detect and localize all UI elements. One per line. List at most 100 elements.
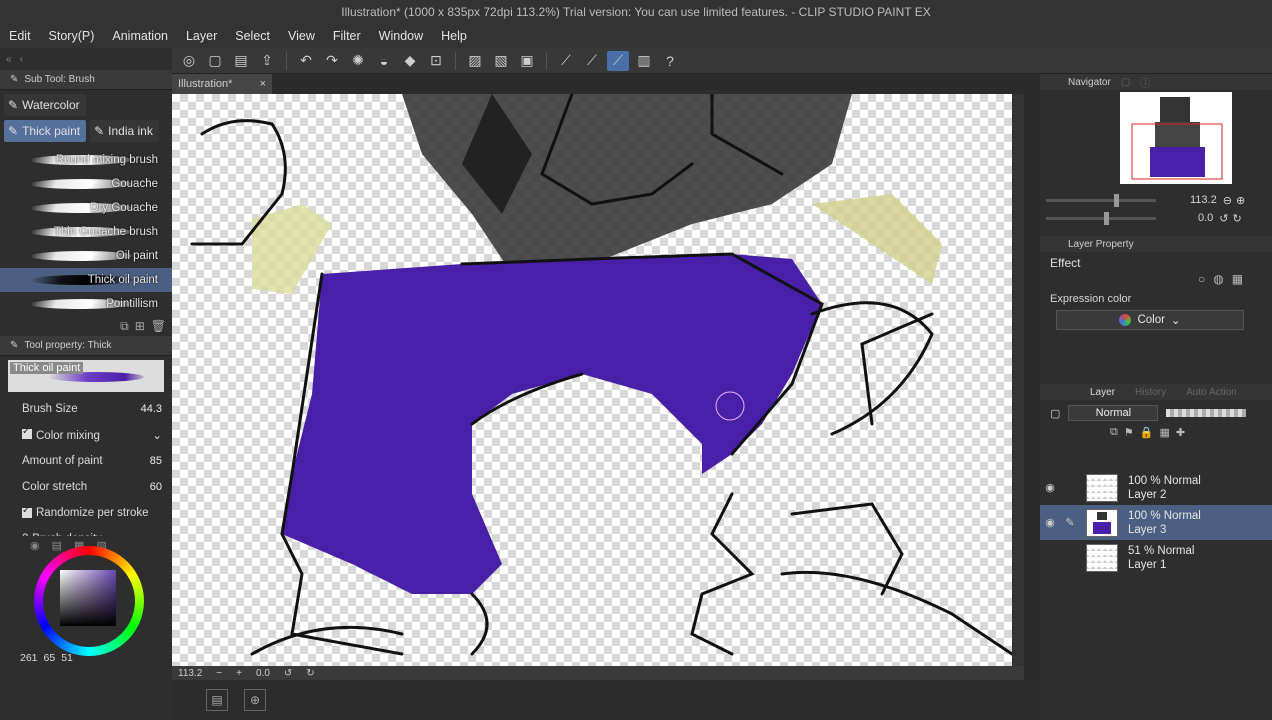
angle-status[interactable]: 0.0 <box>256 668 270 679</box>
amount-of-paint-value[interactable]: 85 <box>150 455 162 467</box>
navigator-label[interactable]: Navigator <box>1068 77 1111 88</box>
zoom-out-icon[interactable]: ⊖ <box>1223 194 1232 207</box>
brush-oil-paint[interactable]: Oil paint <box>0 244 172 268</box>
randomize-row[interactable]: Randomize per stroke <box>0 500 172 526</box>
color-wheel-tab-icon[interactable]: ◉ <box>30 539 40 552</box>
subview-icon[interactable]: ▢ <box>1121 77 1130 88</box>
zoom-in-icon[interactable]: ⊕ <box>1236 194 1245 207</box>
info-icon[interactable]: ⓘ <box>1140 75 1150 90</box>
amount-of-paint-row[interactable]: Amount of paint 85 <box>0 448 172 474</box>
color-mixing-toggle[interactable]: Color mixing <box>22 426 100 442</box>
menu-filter[interactable]: Filter <box>324 29 370 43</box>
clip-studio-icon[interactable]: ◎ <box>178 51 200 71</box>
tab-layer[interactable]: Layer <box>1090 387 1115 398</box>
open-folder-icon[interactable]: ▤ <box>230 51 252 71</box>
randomize-checkbox[interactable] <box>22 505 32 518</box>
layer-property-label[interactable]: Layer Property <box>1068 239 1134 250</box>
copy-subtool-icon[interactable]: ⧉ <box>120 319 129 334</box>
lock-transparency-icon[interactable]: ▦ <box>1159 426 1169 439</box>
navigator-thumbnail[interactable] <box>1120 92 1232 184</box>
rotate-right-icon[interactable]: ↻ <box>1233 212 1242 225</box>
deselect-icon[interactable]: ▨ <box>464 51 486 71</box>
menu-edit[interactable]: Edit <box>0 29 40 43</box>
tab-auto-action[interactable]: Auto Action <box>1186 387 1237 398</box>
rotate-left-icon[interactable]: ↺ <box>284 668 292 679</box>
rotate-left-icon[interactable]: ↺ <box>1219 212 1228 225</box>
zoom-slider-knob[interactable] <box>1114 193 1119 207</box>
snap-special-ruler-icon[interactable]: ⟋ <box>607 50 629 71</box>
brush-dry-gouache[interactable]: Dry Gouache <box>0 196 172 220</box>
pen-icon[interactable]: ✎ <box>1060 516 1080 529</box>
zoom-slider[interactable] <box>1046 193 1156 207</box>
chevron-down-icon[interactable]: ⌄ <box>152 428 162 442</box>
add-subtool-icon[interactable]: ⊞ <box>135 319 145 333</box>
zoom-in-icon[interactable]: + <box>236 668 242 679</box>
brush-gouache[interactable]: Gouache <box>0 172 172 196</box>
close-tab-icon[interactable]: × <box>260 78 266 90</box>
brush-thick-oil-paint[interactable]: Thick oil paint <box>0 268 172 292</box>
redo-icon[interactable]: ↷ <box>321 51 343 71</box>
reference-layer-icon[interactable]: ⚑ <box>1124 426 1134 439</box>
layer-row-layer-1[interactable]: 51 % Normal Layer 1 <box>1040 540 1272 575</box>
menu-story[interactable]: Story(P) <box>40 29 104 43</box>
zoom-value[interactable]: 113.2 <box>1190 194 1217 206</box>
mask-icon[interactable]: ✚ <box>1176 426 1185 439</box>
saturation-value-square[interactable] <box>60 570 116 626</box>
color-set-tab-icon[interactable]: ▤ <box>52 539 62 552</box>
rotate-slider-knob[interactable] <box>1104 211 1109 225</box>
new-file-icon[interactable]: ▢ <box>204 51 226 71</box>
delete-subtool-icon[interactable]: 🗑 <box>151 319 166 333</box>
ruler-icon[interactable]: ⟋ <box>555 51 577 71</box>
layer-color-icon[interactable]: ▦ <box>1232 272 1243 286</box>
layer-type-icon[interactable]: ▢ <box>1050 407 1060 420</box>
layer-row-layer-3[interactable]: ◉ ✎ 100 % Normal Layer 3 <box>1040 505 1272 540</box>
border-effect-icon[interactable]: ○ <box>1198 272 1205 286</box>
expression-color-select[interactable]: Color ⌄ <box>1056 310 1244 330</box>
menu-window[interactable]: Window <box>370 29 432 43</box>
fill-icon[interactable]: ◆ <box>399 51 421 71</box>
clear-icon[interactable]: ◒ <box>373 51 395 71</box>
color-mixing-checkbox[interactable] <box>22 426 32 439</box>
undo-icon[interactable]: ↶ <box>295 51 317 71</box>
brush-size-row[interactable]: Brush Size 44.3 <box>0 396 172 422</box>
tone-effect-icon[interactable]: ◍ <box>1213 272 1223 286</box>
menu-view[interactable]: View <box>279 29 324 43</box>
page-list-icon[interactable]: ▤ <box>206 689 228 711</box>
opacity-slider[interactable] <box>1166 409 1247 417</box>
drawing-canvas[interactable] <box>172 94 1012 666</box>
visibility-eye-icon[interactable]: ◉ <box>1040 481 1060 494</box>
visibility-eye-icon[interactable]: ◉ <box>1040 516 1060 529</box>
color-mixing-row[interactable]: Color mixing ⌄ <box>0 422 172 448</box>
transform-icon[interactable]: ⊡ <box>425 51 447 71</box>
lock-icon[interactable]: 🔒 <box>1140 426 1154 439</box>
subtab-thick-paint[interactable]: ✎ Thick paint <box>4 120 87 142</box>
rotate-right-icon[interactable]: ↻ <box>306 668 314 679</box>
loading-icon[interactable]: ✺ <box>347 51 369 71</box>
back-icon[interactable]: ‹ <box>20 54 23 65</box>
color-stretch-value[interactable]: 60 <box>150 481 162 493</box>
snap-icon[interactable]: ⟋ <box>581 51 603 71</box>
selection-border-icon[interactable]: ▣ <box>516 51 538 71</box>
save-icon[interactable]: ⇪ <box>256 51 278 71</box>
brush-size-value[interactable]: 44.3 <box>141 403 162 415</box>
help-icon[interactable]: ? <box>659 51 681 71</box>
canvas-settings-icon[interactable]: ⊕ <box>244 689 266 711</box>
subtab-india-ink[interactable]: ✎ India ink <box>90 120 159 142</box>
collapse-icon[interactable]: « <box>6 54 12 65</box>
tablet-icon[interactable]: ▥ <box>633 51 655 71</box>
menu-help[interactable]: Help <box>432 29 476 43</box>
menu-select[interactable]: Select <box>226 29 279 43</box>
brush-round-mixing[interactable]: Round mixing brush <box>0 148 172 172</box>
brush-thin-gouache[interactable]: Thin Gouache brush <box>0 220 172 244</box>
tab-history[interactable]: History <box>1135 387 1166 398</box>
zoom-out-icon[interactable]: − <box>216 668 222 679</box>
brush-pointillism[interactable]: Pointillism <box>0 292 172 316</box>
subtab-watercolor[interactable]: ✎ Watercolor <box>4 94 86 116</box>
rotate-slider[interactable] <box>1046 211 1156 225</box>
layer-row-layer-2[interactable]: ◉ 100 % Normal Layer 2 <box>1040 470 1272 505</box>
blend-mode-select[interactable]: Normal <box>1068 405 1159 421</box>
color-stretch-row[interactable]: Color stretch 60 <box>0 474 172 500</box>
menu-animation[interactable]: Animation <box>103 29 177 43</box>
clip-layer-icon[interactable]: ⧉ <box>1110 426 1118 439</box>
document-tab[interactable]: Illustration* × <box>172 74 272 94</box>
